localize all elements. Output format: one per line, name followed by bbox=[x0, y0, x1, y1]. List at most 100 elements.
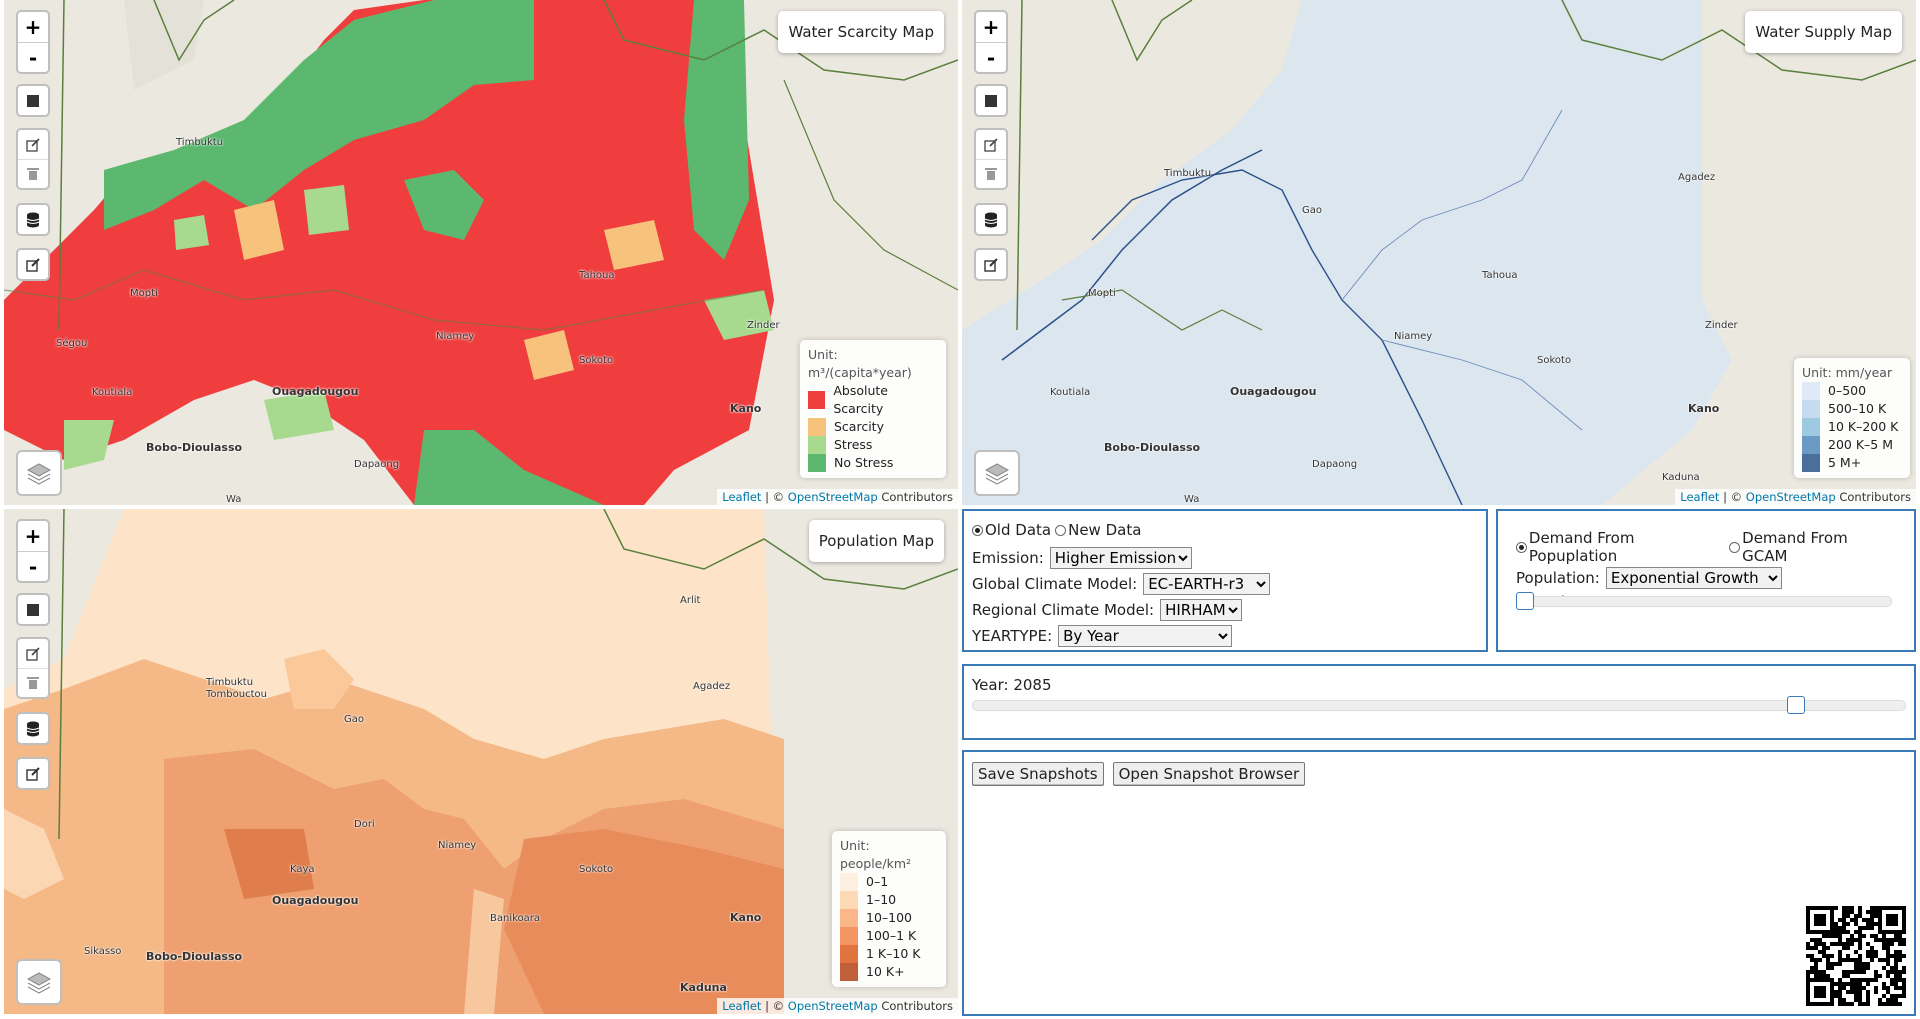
pencil-square-icon bbox=[984, 257, 998, 272]
database-button[interactable] bbox=[976, 205, 1006, 234]
emission-label: Emission: bbox=[972, 549, 1044, 567]
map-title: Water Scarcity Map bbox=[778, 11, 944, 53]
annotate-button[interactable] bbox=[18, 250, 48, 279]
legend-item: Absolute Scarcity bbox=[808, 382, 938, 418]
annotate-button[interactable] bbox=[18, 759, 48, 788]
place-label-gao: Gao bbox=[344, 714, 364, 725]
gcm-label: Global Climate Model: bbox=[972, 575, 1138, 593]
legend-swatch bbox=[808, 454, 826, 472]
population-map[interactable]: Timbuktu Tombouctou Gao Arlit Agadez Nia… bbox=[4, 509, 958, 1014]
zoom-control: + - bbox=[974, 10, 1008, 74]
legend-label: No Stress bbox=[834, 455, 894, 470]
database-button[interactable] bbox=[18, 205, 48, 234]
place-label-dapaong: Dapaong bbox=[354, 459, 400, 470]
layers-button[interactable] bbox=[974, 450, 1020, 496]
gcm-row: Global Climate Model: EC-EARTH-r3 bbox=[972, 573, 1478, 595]
layers-button[interactable] bbox=[16, 450, 62, 496]
layers-button[interactable] bbox=[16, 959, 62, 1005]
legend-swatch bbox=[1802, 418, 1820, 436]
map-attribution: Leaflet | © OpenStreetMap Contributors bbox=[717, 489, 958, 505]
emission-row: Emission: Higher Emission bbox=[972, 547, 1478, 569]
leaflet-link[interactable]: Leaflet bbox=[722, 490, 761, 504]
zoom-in-button[interactable]: + bbox=[18, 12, 48, 42]
water-scarcity-map[interactable]: Timbuktu Mopti Niamey Tahoua Zinder Kano… bbox=[4, 0, 958, 505]
place-label-tombouctou: Tombouctou bbox=[206, 689, 267, 700]
zoom-in-button[interactable]: + bbox=[976, 12, 1006, 42]
delete-layers-button[interactable] bbox=[976, 159, 1006, 188]
old-data-label: Old Data bbox=[985, 521, 1052, 539]
legend-label: 10 K+ bbox=[866, 964, 905, 979]
draw-rectangle-button[interactable] bbox=[18, 86, 48, 115]
rcm-select[interactable]: HIRHAM bbox=[1160, 599, 1243, 621]
year-slider-thumb[interactable] bbox=[1787, 696, 1806, 714]
population-map-layer bbox=[4, 509, 958, 1014]
new-data-radio[interactable] bbox=[1055, 524, 1067, 536]
snapshot-panel: Save Snapshots Open Snapshot Browser bbox=[962, 750, 1916, 1016]
map-title: Population Map bbox=[808, 520, 944, 562]
square-icon bbox=[27, 603, 39, 616]
map-title: Water Supply Map bbox=[1745, 11, 1902, 53]
delete-layers-button[interactable] bbox=[18, 668, 48, 697]
water-supply-map[interactable]: Timbuktu Mopti Gao Niamey Tahoua Agadez … bbox=[962, 0, 1916, 505]
qr-code-icon bbox=[1806, 906, 1906, 1006]
database-button[interactable] bbox=[18, 714, 48, 743]
gcm-select[interactable]: EC-EARTH-r3 bbox=[1143, 573, 1271, 595]
legend-label: Scarcity bbox=[834, 419, 884, 434]
legend-label: 100–1 K bbox=[866, 928, 917, 943]
place-label-kaduna: Kaduna bbox=[1662, 472, 1700, 483]
attribution-tail: Contributors bbox=[877, 999, 953, 1013]
legend-swatch bbox=[840, 909, 858, 927]
place-label-niamey: Niamey bbox=[436, 331, 475, 342]
place-label-sokoto: Sokoto bbox=[1537, 355, 1572, 366]
legend-label: Stress bbox=[834, 437, 873, 452]
demand-gcam-radio[interactable] bbox=[1729, 541, 1741, 553]
population-select[interactable]: Exponential Growth bbox=[1605, 567, 1782, 589]
zoom-out-button[interactable]: - bbox=[18, 551, 48, 581]
legend-swatch bbox=[1802, 454, 1820, 472]
map-attribution: Leaflet | © OpenStreetMap Contributors bbox=[717, 998, 958, 1014]
attribution-separator: | © bbox=[761, 999, 788, 1013]
zoom-out-button[interactable]: - bbox=[976, 42, 1006, 72]
old-data-radio[interactable] bbox=[972, 524, 983, 536]
place-label-arlit: Arlit bbox=[680, 595, 701, 606]
square-icon bbox=[27, 94, 39, 107]
place-label-kano: Kano bbox=[1688, 402, 1720, 415]
year-slider-track[interactable] bbox=[972, 700, 1906, 711]
edit-layers-button[interactable] bbox=[976, 130, 1006, 159]
growth-rate-slider-thumb[interactable] bbox=[1516, 592, 1534, 610]
legend-label: Absolute Scarcity bbox=[833, 383, 888, 416]
legend-item: 10–100 bbox=[840, 909, 938, 927]
population-row: Population: Exponential Growth bbox=[1516, 567, 1896, 589]
annotate-control bbox=[974, 248, 1008, 281]
yeartype-select[interactable]: By Year bbox=[1058, 625, 1233, 647]
osm-link[interactable]: OpenStreetMap bbox=[1746, 490, 1836, 504]
leaflet-link[interactable]: Leaflet bbox=[1680, 490, 1719, 504]
edit-layers-button[interactable] bbox=[18, 639, 48, 668]
place-label-segou: Ségou bbox=[56, 338, 88, 349]
supply-legend: Unit: mm/year 0–500 500–10 K 10 K–200 K 200… bbox=[1794, 358, 1910, 478]
legend-item: Scarcity bbox=[808, 418, 938, 436]
draw-rectangle-button[interactable] bbox=[976, 86, 1006, 115]
annotate-button[interactable] bbox=[976, 250, 1006, 279]
pencil-square-icon bbox=[26, 766, 40, 781]
place-label-timbuktu: Timbuktu bbox=[206, 677, 254, 688]
place-label-wa: Wa bbox=[1184, 494, 1200, 505]
place-label-koutiala: Koutiala bbox=[92, 387, 133, 398]
demand-population-radio[interactable] bbox=[1516, 541, 1527, 553]
leaflet-link[interactable]: Leaflet bbox=[722, 999, 761, 1013]
open-snapshot-browser-button[interactable]: Open Snapshot Browser bbox=[1112, 762, 1306, 786]
zoom-out-button[interactable]: - bbox=[18, 42, 48, 72]
place-label-tahoua: Tahoua bbox=[1482, 270, 1518, 281]
save-snapshots-button[interactable]: Save Snapshots bbox=[972, 762, 1104, 786]
place-label-dapaong: Dapaong bbox=[1312, 459, 1358, 470]
zoom-in-button[interactable]: + bbox=[18, 521, 48, 551]
osm-link[interactable]: OpenStreetMap bbox=[788, 999, 878, 1013]
osm-link[interactable]: OpenStreetMap bbox=[788, 490, 878, 504]
draw-rectangle-button[interactable] bbox=[18, 595, 48, 624]
legend-item: 1–10 bbox=[840, 891, 938, 909]
edit-layers-button[interactable] bbox=[18, 130, 48, 159]
legend-item: 200 K–5 M bbox=[1802, 436, 1902, 454]
emission-select[interactable]: Higher Emission bbox=[1049, 547, 1192, 569]
delete-layers-button[interactable] bbox=[18, 159, 48, 188]
growth-rate-slider-track[interactable] bbox=[1516, 596, 1892, 607]
